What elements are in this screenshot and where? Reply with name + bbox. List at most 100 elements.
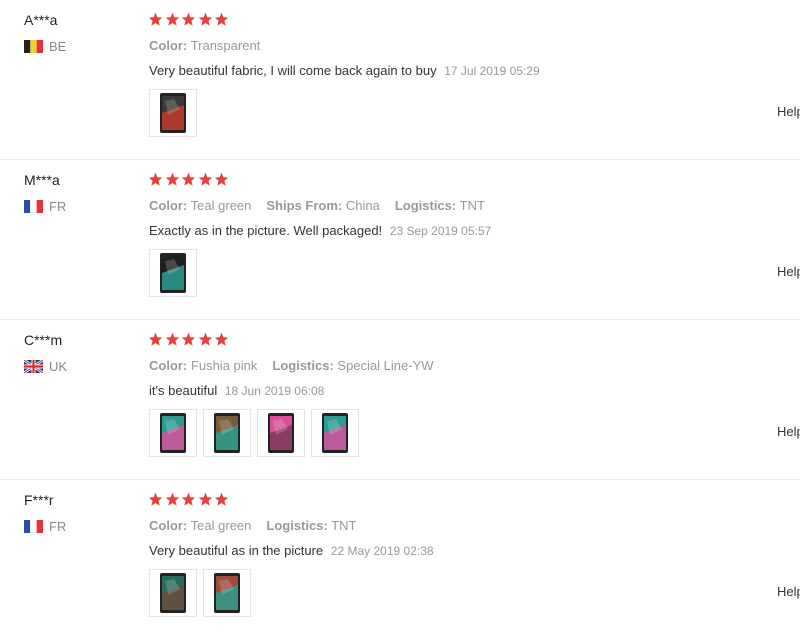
photo-thumbnail[interactable] <box>257 409 305 457</box>
photo-thumbnail[interactable] <box>203 569 251 617</box>
order-attributes: Color: Transparent <box>149 38 275 53</box>
review-date: 17 Jul 2019 05:29 <box>444 64 540 78</box>
star-icon <box>214 492 229 507</box>
order-attribute: Logistics: Special Line-YW <box>272 358 433 373</box>
attribute-value: TNT <box>331 518 357 533</box>
flag-uk-icon <box>24 360 43 373</box>
photo-thumbnail[interactable] <box>149 89 197 137</box>
reviewer-country: FR <box>24 519 66 534</box>
helpful-button[interactable]: Help <box>777 424 800 439</box>
star-rating <box>148 492 231 507</box>
photo-thumbnail[interactable] <box>311 409 359 457</box>
order-attribute: Logistics: TNT <box>395 198 485 213</box>
review-item: A***a BE Color: Transparent Very beautiful … <box>0 0 800 160</box>
reviewer-name: F***r <box>24 492 54 508</box>
review-content: it's beautiful 18 Jun 2019 06:08 <box>149 383 324 398</box>
order-attribute: Color: Teal green <box>149 518 251 533</box>
reviewer-name: M***a <box>24 172 60 188</box>
review-item: C***m UK Color: Fushia pink Logistics: Spec… <box>0 320 800 480</box>
order-attribute: Color: Fushia pink <box>149 358 257 373</box>
review-content: Exactly as in the picture. Well packaged… <box>149 223 491 238</box>
review-photos <box>149 89 203 137</box>
attribute-value: TNT <box>459 198 485 213</box>
flag-fr-icon <box>24 200 43 213</box>
star-icon <box>198 332 213 347</box>
helpful-button[interactable]: Help <box>777 264 800 279</box>
attribute-key: Ships From: <box>266 198 343 213</box>
star-icon <box>148 172 163 187</box>
attribute-value: Special Line-YW <box>337 358 434 373</box>
review-photos <box>149 569 257 617</box>
country-code: UK <box>49 359 68 374</box>
reviewer-name: C***m <box>24 332 63 348</box>
star-icon <box>148 12 163 27</box>
reviewer-country: BE <box>24 39 66 54</box>
star-icon <box>181 12 196 27</box>
star-icon <box>165 12 180 27</box>
attribute-key: Color: <box>149 518 188 533</box>
star-icon <box>148 492 163 507</box>
flag-fr-icon <box>24 520 43 533</box>
star-icon <box>165 332 180 347</box>
reviewer-country: FR <box>24 199 66 214</box>
attribute-key: Logistics: <box>266 518 328 533</box>
attribute-key: Color: <box>149 198 188 213</box>
star-rating <box>148 172 231 187</box>
review-text: Very beautiful as in the picture <box>149 543 324 558</box>
review-list: A***a BE Color: Transparent Very beautiful … <box>0 0 800 639</box>
helpful-button[interactable]: Help <box>777 584 800 599</box>
country-code: FR <box>49 199 67 214</box>
attribute-key: Logistics: <box>394 198 457 213</box>
photo-thumbnail[interactable] <box>203 409 251 457</box>
review-content: Very beautiful fabric, I will come back … <box>149 63 540 78</box>
attribute-key: Color: <box>149 358 188 373</box>
review-photos <box>149 249 203 297</box>
attribute-value: Teal green <box>190 198 252 213</box>
review-date: 22 May 2019 02:38 <box>330 544 434 558</box>
star-icon <box>165 172 180 187</box>
attribute-key: Color: <box>149 38 188 53</box>
photo-thumbnail[interactable] <box>149 249 197 297</box>
review-photos <box>149 409 365 457</box>
star-icon <box>181 492 196 507</box>
attribute-value: Fushia pink <box>190 358 258 373</box>
flag-be-icon <box>24 40 43 53</box>
review-date: 18 Jun 2019 06:08 <box>224 384 325 398</box>
star-rating <box>148 332 231 347</box>
star-icon <box>181 172 196 187</box>
order-attribute: Color: Teal green <box>149 198 251 213</box>
star-icon <box>198 172 213 187</box>
reviewer-name: A***a <box>24 12 58 28</box>
attribute-key: Logistics: <box>272 358 334 373</box>
order-attributes: Color: Teal green Logistics: TNT <box>149 518 371 533</box>
review-text: Very beautiful fabric, I will come back … <box>149 63 437 78</box>
star-icon <box>165 492 180 507</box>
order-attribute: Logistics: TNT <box>266 518 356 533</box>
star-icon <box>214 332 229 347</box>
star-icon <box>148 332 163 347</box>
review-content: Very beautiful as in the picture 22 May … <box>149 543 434 558</box>
review-item: F***r FR Color: Teal green Logistics: TNT Ve… <box>0 480 800 639</box>
order-attribute: Ships From: China <box>266 198 379 213</box>
star-icon <box>214 172 229 187</box>
photo-thumbnail[interactable] <box>149 569 197 617</box>
review-item: M***a FR Color: Teal green Ships From: Chin… <box>0 160 800 320</box>
attribute-value: China <box>345 198 380 213</box>
star-icon <box>181 332 196 347</box>
order-attributes: Color: Fushia pink Logistics: Special Lin… <box>149 358 449 373</box>
country-code: BE <box>49 39 67 54</box>
star-rating <box>148 12 231 27</box>
review-text: Exactly as in the picture. Well packaged… <box>149 223 383 238</box>
helpful-button[interactable]: Help <box>777 104 800 119</box>
review-text: it's beautiful <box>149 383 218 398</box>
attribute-value: Transparent <box>190 38 261 53</box>
review-date: 23 Sep 2019 05:57 <box>389 224 492 238</box>
star-icon <box>214 12 229 27</box>
star-icon <box>198 12 213 27</box>
photo-thumbnail[interactable] <box>149 409 197 457</box>
country-code: FR <box>49 519 67 534</box>
order-attributes: Color: Teal green Ships From: China Logist… <box>149 198 500 213</box>
attribute-value: Teal green <box>190 518 252 533</box>
star-icon <box>198 492 213 507</box>
order-attribute: Color: Transparent <box>149 38 260 53</box>
